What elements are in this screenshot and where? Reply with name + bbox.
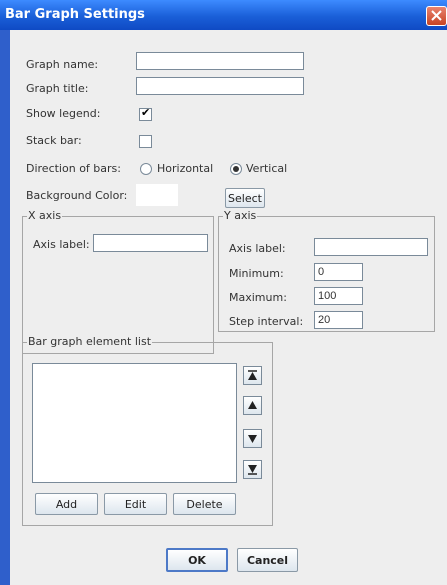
vertical-radio-label[interactable]: Vertical [246,162,287,175]
close-button[interactable] [426,6,447,26]
show-legend-label: Show legend: [26,107,101,120]
background-color-swatch [136,184,178,206]
element-list-group: Bar graph element list Add Edit Delete [22,335,273,526]
y-axis-minimum-label: Minimum: [229,267,284,280]
element-list-group-label: Bar graph element list [27,335,153,348]
x-axis-group: X axis Axis label: [22,209,214,354]
x-axis-label-input[interactable] [93,234,208,252]
dialog-window: Bar Graph Settings Graph name: Graph tit… [0,0,447,585]
title-bar[interactable]: Bar Graph Settings [0,0,447,30]
checkmark-icon: ✔ [141,106,151,119]
stack-bar-checkbox[interactable] [139,135,152,148]
y-axis-group-label: Y axis [223,209,258,222]
cancel-button[interactable]: Cancel [237,548,298,572]
delete-button[interactable]: Delete [173,493,236,515]
graph-name-input[interactable] [136,52,304,70]
dialog-content: Graph name: Graph title: Show legend: ✔ … [10,30,447,585]
y-axis-maximum-input[interactable] [314,287,363,305]
move-down-icon [248,435,257,443]
y-axis-label-label: Axis label: [229,242,286,255]
add-button[interactable]: Add [35,493,98,515]
graph-title-input[interactable] [136,77,304,95]
radio-selected-dot [233,166,239,172]
y-axis-maximum-label: Maximum: [229,291,287,304]
move-up-icon [248,401,257,409]
select-color-button[interactable]: Select [225,188,265,208]
graph-name-label: Graph name: [26,58,99,71]
y-axis-step-label: Step interval: [229,315,304,328]
x-axis-group-label: X axis [27,209,63,222]
show-legend-checkbox[interactable]: ✔ [139,106,152,121]
edit-button[interactable]: Edit [104,493,167,515]
move-bottom-icon [248,465,257,475]
y-axis-minimum-input[interactable] [314,263,363,281]
graph-title-label: Graph title: [26,82,89,95]
move-top-button[interactable] [243,366,262,385]
x-axis-label-label: Axis label: [33,238,90,251]
move-bottom-button[interactable] [243,460,262,479]
move-down-button[interactable] [243,429,262,448]
y-axis-step-input[interactable] [314,311,363,329]
move-top-icon [248,370,257,380]
element-list[interactable] [32,363,237,483]
direction-label: Direction of bars: [26,162,121,175]
window-title: Bar Graph Settings [5,7,145,22]
stack-bar-label: Stack bar: [26,134,82,147]
ok-button[interactable]: OK [166,548,228,572]
horizontal-radio-label[interactable]: Horizontal [157,162,213,175]
close-icon [431,10,442,21]
background-color-label: Background Color: [26,189,128,202]
vertical-radio[interactable] [230,163,242,175]
move-up-button[interactable] [243,396,262,415]
y-axis-label-input[interactable] [314,238,428,256]
horizontal-radio[interactable] [140,163,152,175]
y-axis-group: Y axis Axis label: Minimum: Maximum: Ste… [218,209,435,332]
